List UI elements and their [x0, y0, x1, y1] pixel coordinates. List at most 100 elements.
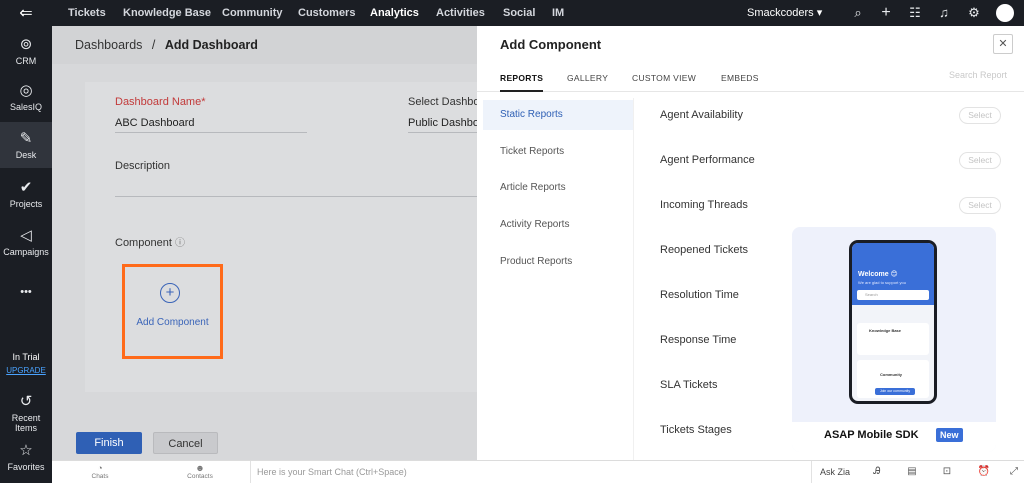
history-icon: ↺ — [19, 393, 33, 410]
sidebar-item-crm[interactable]: ⊚ CRM — [0, 36, 52, 67]
dashboard-name-input[interactable]: ABC Dashboard — [115, 117, 195, 129]
promo-community-card: Community Join our community — [857, 360, 929, 398]
screenshot-icon[interactable]: ⊡ — [940, 465, 954, 479]
phone-header: Welcome 😊 We are glad to support you Sea… — [852, 243, 934, 305]
translate-icon[interactable]: Ꭿ — [870, 465, 884, 479]
phone-illustration: Welcome 😊 We are glad to support you Sea… — [849, 240, 937, 404]
category-divider — [633, 98, 634, 460]
sidebar-item-campaigns[interactable]: ◁ Campaigns — [0, 228, 52, 258]
select-dashboard-label: Select Dashbo — [408, 96, 480, 108]
report-incoming-threads[interactable]: Incoming Threads — [660, 199, 748, 211]
contacts-label: Contacts — [187, 473, 213, 480]
contacts-button[interactable]: ☻ Contacts — [170, 463, 230, 480]
tab-gallery[interactable]: GALLERY — [567, 64, 608, 92]
promo-kb-title: Knowledge Base — [869, 328, 902, 333]
trial-status: In Trial UPGRADE — [0, 352, 52, 375]
promo-welcome-sub: We are glad to support you — [858, 280, 906, 285]
report-sla-tickets[interactable]: SLA Tickets — [660, 379, 717, 391]
category-product-reports[interactable]: Product Reports — [483, 247, 633, 277]
promo-kb-card: Knowledge Base — [857, 323, 929, 355]
sidebar-item-label: CRM — [15, 56, 37, 66]
setup-icon[interactable]: ☷ — [907, 5, 923, 21]
bell-icon[interactable]: ♫ — [936, 5, 952, 21]
sidebar-item-label: Projects — [9, 199, 43, 209]
category-static-reports[interactable]: Static Reports — [483, 100, 633, 130]
sidebar-item-favorites[interactable]: ☆ Favorites — [0, 443, 52, 473]
page-header: Dashboards / Add Dashboard — [52, 26, 477, 64]
report-reopened-tickets[interactable]: Reopened Tickets — [660, 244, 748, 256]
report-resolution-time[interactable]: Resolution Time — [660, 289, 739, 301]
select-dashboard-value[interactable]: Public Dashbo — [408, 117, 479, 129]
breadcrumb: Dashboards / Add Dashboard — [75, 38, 258, 52]
more-apps-icon[interactable]: ••• — [0, 286, 52, 298]
sidebar-item-projects[interactable]: ✔ Projects — [0, 179, 52, 210]
expand-icon[interactable]: ⤢ — [1007, 465, 1021, 479]
select-button[interactable]: Select — [959, 197, 1001, 214]
trial-label: In Trial — [12, 352, 40, 362]
bottom-bar: ◔ Chats ☻ Contacts Here is your Smart Ch… — [52, 460, 1024, 483]
search-icon[interactable]: ⌕ — [850, 5, 866, 21]
page-title: Add Dashboard — [164, 38, 258, 52]
org-switcher[interactable]: Smackcoders ▾ — [747, 0, 822, 26]
promo-search: Search — [857, 290, 929, 300]
tab-activities[interactable]: Activities — [436, 0, 485, 26]
promo-title: ASAP Mobile SDK — [824, 429, 919, 441]
tab-embeds[interactable]: EMBEDS — [721, 64, 759, 92]
select-underline — [408, 132, 477, 133]
description-label: Description — [115, 160, 171, 172]
breadcrumb-separator: / — [151, 38, 156, 52]
desk-icon: ✎ — [19, 130, 33, 147]
new-badge: New — [936, 428, 963, 442]
cancel-button[interactable]: Cancel — [153, 432, 218, 454]
report-agent-availability[interactable]: Agent Availability — [660, 109, 743, 121]
report-response-time[interactable]: Response Time — [660, 334, 736, 346]
phone-screen: Welcome 😊 We are glad to support you Sea… — [852, 243, 934, 401]
gear-icon[interactable]: ⚙ — [966, 5, 982, 21]
report-agent-performance[interactable]: Agent Performance — [660, 154, 755, 166]
sidebar-item-salesiq[interactable]: ◎ SalesIQ — [0, 82, 52, 113]
add-component-button[interactable]: + Add Component — [122, 264, 223, 359]
upgrade-link[interactable]: UPGRADE — [0, 366, 52, 375]
avatar[interactable] — [996, 4, 1014, 22]
category-ticket-reports[interactable]: Ticket Reports — [483, 137, 633, 167]
sidebar-item-label: SalesIQ — [9, 102, 42, 112]
category-activity-reports[interactable]: Activity Reports — [483, 210, 633, 240]
tab-reports[interactable]: REPORTS — [500, 64, 544, 92]
tab-customers[interactable]: Customers — [298, 0, 355, 26]
chats-label: Chats — [91, 473, 109, 480]
tab-analytics[interactable]: Analytics — [370, 0, 419, 26]
sidebar-item-desk[interactable]: ✎ Desk — [0, 122, 52, 168]
tab-tickets[interactable]: Tickets — [68, 0, 106, 26]
back-arrow-icon[interactable]: ⇐ — [0, 0, 52, 26]
category-article-reports[interactable]: Article Reports — [483, 173, 633, 203]
ask-zia-button[interactable]: Ask Zia — [820, 461, 850, 483]
asap-sdk-promo[interactable]: Welcome 😊 We are glad to support you Sea… — [792, 227, 996, 452]
tab-social[interactable]: Social — [503, 0, 535, 26]
select-button[interactable]: Select — [959, 152, 1001, 169]
description-input[interactable] — [115, 196, 477, 197]
crm-icon: ⊚ — [19, 36, 33, 53]
tab-community[interactable]: Community — [222, 0, 283, 26]
chats-button[interactable]: ◔ Chats — [70, 463, 130, 480]
add-icon[interactable]: + — [878, 5, 894, 21]
tab-im[interactable]: IM — [552, 0, 564, 26]
chat-icon: ◔ — [97, 463, 103, 473]
select-button[interactable]: Select — [959, 107, 1001, 124]
salesiq-icon: ◎ — [19, 82, 33, 99]
smart-chat-input[interactable]: Here is your Smart Chat (Ctrl+Space) — [250, 461, 812, 483]
promo-community-title: Community — [880, 372, 902, 377]
breadcrumb-dashboards[interactable]: Dashboards — [75, 38, 142, 52]
projects-icon: ✔ — [19, 179, 33, 196]
finish-button[interactable]: Finish — [76, 432, 142, 454]
report-tickets-stages[interactable]: Tickets Stages — [660, 424, 732, 436]
search-report-input[interactable]: Search Report — [917, 70, 1007, 80]
sidebar-item-recent[interactable]: ↺ Recent Items — [0, 393, 52, 434]
tab-custom-view[interactable]: CUSTOM VIEW — [632, 64, 696, 92]
close-icon[interactable]: ✕ — [993, 34, 1013, 54]
contacts-icon: ☻ — [195, 463, 205, 473]
add-component-label: Add Component — [136, 317, 209, 328]
alarm-icon[interactable]: ⏰ — [977, 465, 991, 479]
promo-welcome: Welcome 😊 — [858, 271, 898, 278]
tab-knowledge-base[interactable]: Knowledge Base — [123, 0, 211, 26]
notes-icon[interactable]: ▤ — [905, 465, 919, 479]
